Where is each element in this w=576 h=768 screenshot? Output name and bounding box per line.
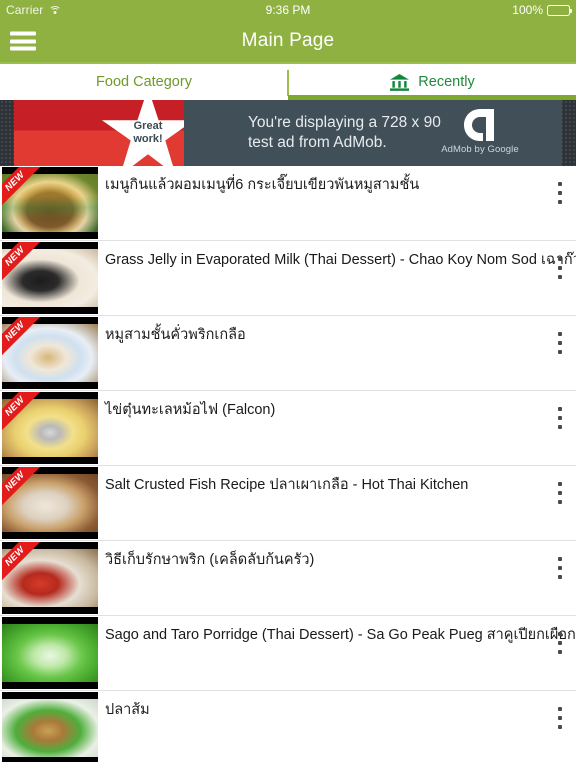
hamburger-menu-icon[interactable]: [10, 31, 36, 51]
list-item[interactable]: NEW เมนูกินแล้วผอมเมนูที่6 กระเจี๊ยบเขียว…: [0, 166, 576, 241]
kebab-menu-icon[interactable]: [553, 480, 567, 506]
ad-content: You're displaying a 728 x 90 test ad fro…: [14, 100, 562, 166]
recipe-thumbnail[interactable]: NEW: [2, 242, 98, 314]
list-item[interactable]: NEW Salt Crusted Fish Recipe ปลาเผาเกลือ …: [0, 466, 576, 541]
thumbnail-letterbox-bottom: [2, 757, 98, 762]
tab-bar: Food Category Recently: [0, 62, 576, 100]
recipe-title: Salt Crusted Fish Recipe ปลาเผาเกลือ - H…: [105, 477, 469, 493]
ad-dark-panel: You're displaying a 728 x 90 test ad fro…: [184, 100, 562, 166]
app-root: Carrier 9:36 PM 100% Main Page Food Cate…: [0, 0, 576, 768]
recipe-title: เมนูกินแล้วผอมเมนูที่6 กระเจี๊ยบเขียวพัน…: [105, 177, 420, 193]
recipe-title: ปลาส้ม: [105, 702, 150, 718]
kebab-menu-icon[interactable]: [553, 330, 567, 356]
recipe-list[interactable]: NEW เมนูกินแล้วผอมเมนูที่6 กระเจี๊ยบเขียว…: [0, 166, 576, 762]
recipe-thumbnail[interactable]: [2, 692, 98, 762]
status-bar-right: 100%: [512, 3, 572, 17]
tab-food-category[interactable]: Food Category: [0, 64, 288, 100]
thumbnail-letterbox-bottom: [2, 682, 98, 689]
list-item[interactable]: NEW หมูสามชั้นคั่วพริกเกลือ: [0, 316, 576, 391]
recipe-thumbnail[interactable]: NEW: [2, 467, 98, 539]
admob-logo: AdMob by Google: [424, 108, 536, 155]
kebab-menu-icon[interactable]: [553, 255, 567, 281]
admob-logo-icon: [461, 108, 499, 142]
recipe-thumbnail[interactable]: NEW: [2, 542, 98, 614]
thumbnail-letterbox-bottom: [2, 307, 98, 314]
ad-star-text-line-1: Great: [133, 120, 163, 132]
tab-recently-label: Recently: [418, 74, 475, 90]
kebab-menu-icon[interactable]: [553, 180, 567, 206]
bank-icon: [389, 73, 410, 92]
nav-bar: Main Page: [0, 20, 576, 62]
carrier-label: Carrier: [6, 3, 44, 17]
recipe-title: Sago and Taro Porridge (Thai Dessert) - …: [105, 627, 576, 643]
admob-ad-banner[interactable]: You're displaying a 728 x 90 test ad fro…: [0, 100, 576, 166]
status-bar-clock: 9:36 PM: [265, 3, 311, 17]
battery-percent-label: 100%: [512, 3, 543, 17]
kebab-menu-icon[interactable]: [553, 630, 567, 656]
kebab-menu-icon[interactable]: [553, 405, 567, 431]
page-title: Main Page: [241, 30, 335, 51]
battery-icon: [547, 4, 572, 16]
thumbnail-letterbox-bottom: [2, 532, 98, 539]
recipe-title: ไข่ตุ๋นทะเลหม้อไฟ (Falcon): [105, 402, 276, 418]
list-item[interactable]: NEW ไข่ตุ๋นทะเลหม้อไฟ (Falcon): [0, 391, 576, 466]
kebab-menu-icon[interactable]: [553, 555, 567, 581]
kebab-menu-icon[interactable]: [553, 705, 567, 731]
status-bar-left: Carrier: [6, 3, 62, 17]
thumbnail-image: [2, 624, 98, 682]
recipe-title: Grass Jelly in Evaporated Milk (Thai Des…: [105, 252, 576, 268]
list-item[interactable]: NEW Grass Jelly in Evaporated Milk (Thai …: [0, 241, 576, 316]
recipe-thumbnail[interactable]: NEW: [2, 167, 98, 239]
thumbnail-letterbox-bottom: [2, 457, 98, 464]
recipe-title: วิธีเก็บรักษาพริก (เคล็ดลับก้นครัว): [105, 552, 315, 568]
list-item[interactable]: Sago and Taro Porridge (Thai Dessert) - …: [0, 616, 576, 691]
thumbnail-letterbox-bottom: [2, 382, 98, 389]
recipe-thumbnail[interactable]: NEW: [2, 392, 98, 464]
thumbnail-image: [2, 699, 98, 757]
thumbnail-letterbox-bottom: [2, 607, 98, 614]
recipe-thumbnail[interactable]: [2, 617, 98, 689]
tab-food-category-label: Food Category: [96, 74, 192, 90]
tab-recently[interactable]: Recently: [288, 64, 576, 100]
admob-logo-label: AdMob by Google: [441, 144, 519, 155]
thumbnail-letterbox-top: [2, 617, 98, 624]
thumbnail-letterbox-top: [2, 692, 98, 699]
ad-star-text: Great work!: [118, 120, 178, 146]
recipe-title: หมูสามชั้นคั่วพริกเกลือ: [105, 327, 246, 343]
thumbnail-letterbox-bottom: [2, 232, 98, 239]
recipe-thumbnail[interactable]: NEW: [2, 317, 98, 389]
list-item[interactable]: NEW วิธีเก็บรักษาพริก (เคล็ดลับก้นครัว): [0, 541, 576, 616]
wifi-icon: [48, 5, 62, 16]
ad-star-text-line-2: work!: [133, 133, 163, 145]
status-bar: Carrier 9:36 PM 100%: [0, 0, 576, 20]
list-item[interactable]: ปลาส้ม: [0, 691, 576, 762]
